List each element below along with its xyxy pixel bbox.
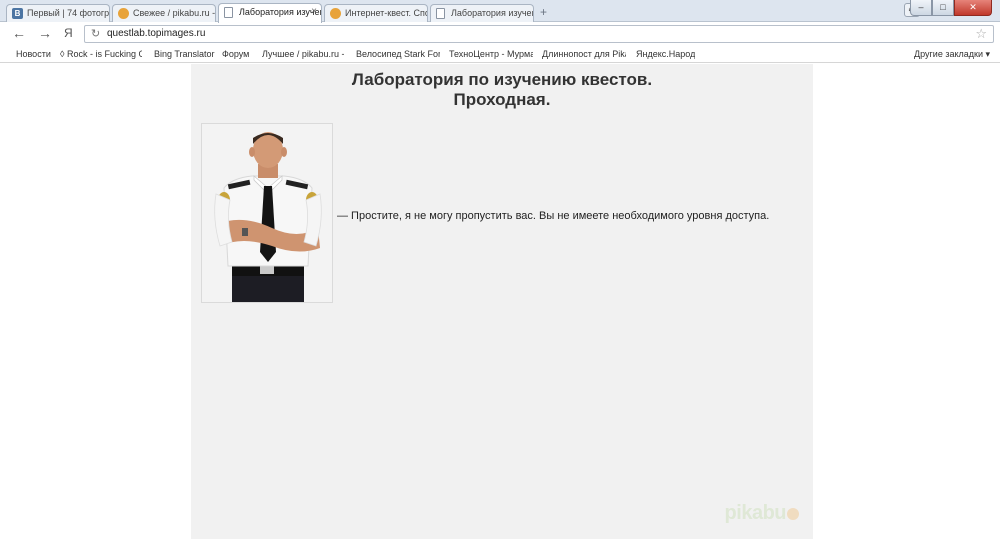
watermark-text: pikabu bbox=[724, 502, 787, 524]
tab-first[interactable]: B Первый | 74 фотограф bbox=[6, 4, 110, 22]
maximize-button[interactable]: □ bbox=[932, 0, 954, 16]
bookmark-item[interactable]: Длиннопост для Pika bbox=[542, 49, 626, 59]
tab-title: Интернет-квест. Спо bbox=[345, 8, 428, 18]
address-bar[interactable]: ↻ questlab.topimages.ru ☆ bbox=[84, 25, 994, 43]
yandex-icon[interactable]: Я bbox=[64, 26, 73, 40]
reload-icon[interactable]: ↻ bbox=[91, 27, 100, 40]
vk-icon: B bbox=[12, 8, 23, 19]
security-guard-illustration bbox=[202, 124, 332, 302]
bookmark-item[interactable]: Форум bbox=[222, 49, 249, 59]
security-guard-image bbox=[201, 123, 333, 303]
navigation-bar: ← → Я ↻ questlab.topimages.ru ☆ bbox=[0, 23, 1000, 45]
tab-pikabu[interactable]: Свежее / pikabu.ru - I bbox=[112, 4, 216, 22]
bookmark-item[interactable]: Велосипед Stark Fort bbox=[356, 49, 440, 59]
page-viewport: Лаборатория по изучению квестов. Проходн… bbox=[0, 64, 1000, 539]
tab-title: Лаборатория изучени bbox=[451, 8, 534, 18]
page-title-line1: Лаборатория по изучению квестов. bbox=[351, 70, 653, 89]
tab-questlab-active[interactable]: Лаборатория изучени × bbox=[218, 3, 322, 23]
bookmarks-bar: Новости ◊ Rock - is Fucking G Bing Trans… bbox=[0, 46, 1000, 63]
window-controls: – □ ✕ bbox=[910, 0, 992, 16]
url-text[interactable]: questlab.topimages.ru bbox=[107, 28, 205, 39]
close-window-button[interactable]: ✕ bbox=[954, 0, 992, 16]
new-tab-button[interactable]: + bbox=[540, 5, 547, 19]
bookmark-item[interactable]: Bing Translator bbox=[154, 49, 215, 59]
tab-strip: B Первый | 74 фотограф Свежее / pikabu.r… bbox=[0, 0, 1000, 23]
pikabu-logo-icon bbox=[787, 507, 799, 520]
bookmark-item[interactable]: ТехноЦентр - Мурма bbox=[449, 49, 533, 59]
back-button[interactable]: ← bbox=[12, 25, 26, 41]
pikabu-watermark: pikabu bbox=[725, 502, 799, 525]
forward-button[interactable]: → bbox=[38, 25, 52, 41]
tab-title: Лаборатория изучени bbox=[239, 7, 322, 17]
document-icon bbox=[436, 8, 445, 19]
bookmark-item[interactable]: Лучшее / pikabu.ru - bbox=[262, 49, 344, 59]
access-denied-message: — Простите, я не могу пропустить вас. Вы… bbox=[337, 210, 770, 222]
tab-questlab-2[interactable]: Лаборатория изучени bbox=[430, 4, 534, 22]
tab-internet-quest[interactable]: Интернет-квест. Спо bbox=[324, 4, 428, 22]
document-icon bbox=[224, 7, 233, 18]
page-title-line2: Проходная. bbox=[453, 90, 551, 109]
minimize-button[interactable]: – bbox=[910, 0, 932, 16]
tab-title: Первый | 74 фотограф bbox=[27, 8, 110, 18]
other-bookmarks-button[interactable]: Другие закладки ▾ bbox=[914, 49, 990, 60]
content-panel: Лаборатория по изучению квестов. Проходн… bbox=[191, 64, 813, 539]
pikabu-icon bbox=[118, 8, 129, 19]
bookmark-item[interactable]: Яндекс.Народ bbox=[636, 49, 695, 59]
bookmark-star-icon[interactable]: ☆ bbox=[975, 26, 987, 42]
close-tab-icon[interactable]: × bbox=[311, 6, 317, 17]
pikabu-icon bbox=[330, 8, 341, 19]
tab-title: Свежее / pikabu.ru - I bbox=[133, 8, 216, 18]
page-title: Лаборатория по изучению квестов. Проходн… bbox=[191, 70, 813, 110]
bookmark-item[interactable]: Новости bbox=[16, 49, 51, 59]
bookmark-item[interactable]: ◊ Rock - is Fucking G bbox=[60, 49, 142, 59]
